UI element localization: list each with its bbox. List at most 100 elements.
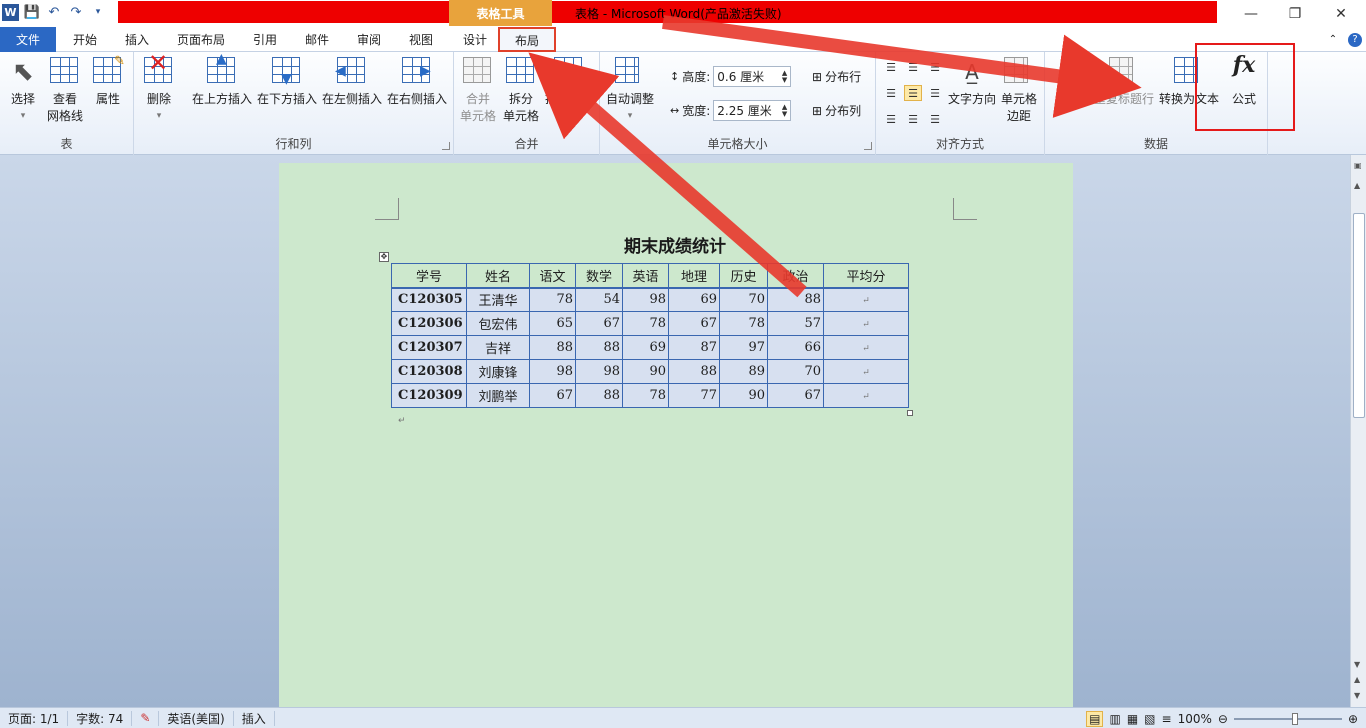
- table-cell[interactable]: 69: [668, 287, 720, 312]
- table-cell[interactable]: 吉祥: [466, 335, 530, 360]
- table-move-handle-icon[interactable]: ✥: [379, 252, 389, 262]
- align-middle-center-icon[interactable]: ☰: [904, 85, 922, 101]
- tab-review[interactable]: 审阅: [348, 27, 390, 52]
- restore-button[interactable]: ❐: [1272, 0, 1318, 27]
- save-icon[interactable]: 💾: [23, 3, 41, 21]
- table-cell[interactable]: 89: [719, 359, 768, 384]
- table-cell[interactable]: 70: [719, 287, 768, 312]
- minimize-ribbon-icon[interactable]: ⌃: [1324, 27, 1342, 52]
- proofing-icon[interactable]: ✎: [132, 710, 160, 726]
- sort-button[interactable]: A Z↓ 排序: [1057, 57, 1087, 108]
- distribute-cols-button[interactable]: ⊞ 分布列: [812, 102, 861, 119]
- col-width-input[interactable]: 2.25 厘米 ▲ ▼: [713, 100, 792, 121]
- table-cell[interactable]: 88: [767, 287, 824, 312]
- print-layout-view-icon[interactable]: ▤: [1086, 711, 1104, 727]
- table-cell[interactable]: 78: [622, 383, 669, 408]
- document-title[interactable]: 期末成绩统计: [570, 232, 780, 257]
- table-cell[interactable]: 88: [575, 335, 623, 360]
- scroll-down-icon[interactable]: ▼: [1354, 660, 1360, 669]
- autofit-button[interactable]: 自动调整 ▾: [606, 57, 654, 125]
- help-icon[interactable]: ?: [1346, 27, 1364, 52]
- table-cell[interactable]: 77: [668, 383, 720, 408]
- merge-cells-button[interactable]: 合并 单元格: [460, 57, 496, 125]
- distribute-rows-button[interactable]: ⊞ 分布行: [812, 68, 861, 85]
- table-cell[interactable]: C120308: [391, 359, 467, 384]
- table-cell[interactable]: 87: [668, 335, 720, 360]
- table-cell[interactable]: 90: [719, 383, 768, 408]
- undo-icon[interactable]: ↶: [45, 3, 63, 21]
- table-cell[interactable]: 67: [575, 311, 623, 336]
- table-cell[interactable]: 70: [767, 359, 824, 384]
- split-table-button[interactable]: 拆分表格: [545, 57, 593, 108]
- table-cell[interactable]: ↵: [823, 311, 909, 336]
- close-button[interactable]: ✕: [1318, 0, 1364, 27]
- outline-view-icon[interactable]: ▧: [1144, 712, 1155, 726]
- zoom-slider[interactable]: [1233, 713, 1342, 725]
- delete-button[interactable]: ✕ 删除 ▾: [144, 51, 174, 125]
- table-cell[interactable]: 王清华: [466, 287, 530, 312]
- vertical-scrollbar[interactable]: ▣ ▲ ▼ ▲ ▼: [1350, 155, 1366, 707]
- table-cell[interactable]: 98: [529, 359, 576, 384]
- tab-design[interactable]: 设计: [454, 27, 496, 52]
- properties-button[interactable]: ✎ 属性: [93, 54, 125, 108]
- table-header-cell[interactable]: 语文: [529, 263, 576, 288]
- table-cell[interactable]: 67: [767, 383, 824, 408]
- table-cell[interactable]: C120306: [391, 311, 467, 336]
- table-header-cell[interactable]: 学号: [391, 263, 467, 288]
- table-header-cell[interactable]: 历史: [719, 263, 768, 288]
- table-cell[interactable]: 67: [529, 383, 576, 408]
- customize-qat-icon[interactable]: ▾: [89, 3, 107, 21]
- view-gridlines-button[interactable]: 查看 网格线: [47, 57, 83, 125]
- row-height-input[interactable]: 0.6 厘米 ▲ ▼: [713, 66, 792, 87]
- grades-table[interactable]: 学号 姓名 语文 数学 英语 地理 历史 政治 平均分 C120305 王清华 …: [391, 263, 909, 408]
- zoom-level[interactable]: 100%: [1178, 712, 1212, 726]
- dialog-launcher-icon[interactable]: [442, 142, 450, 150]
- word-logo-icon[interactable]: W: [2, 3, 19, 21]
- tab-page-layout[interactable]: 页面布局: [170, 27, 232, 52]
- table-cell[interactable]: 78: [529, 287, 576, 312]
- table-cell[interactable]: ↵: [823, 359, 909, 384]
- table-cell[interactable]: ↵: [823, 287, 909, 312]
- table-cell[interactable]: 88: [668, 359, 720, 384]
- draft-view-icon[interactable]: ≡: [1162, 712, 1172, 726]
- align-bottom-right-icon[interactable]: ☰: [926, 111, 944, 127]
- tab-layout[interactable]: 布局: [498, 27, 556, 52]
- table-header-cell[interactable]: 地理: [668, 263, 720, 288]
- table-cell[interactable]: 包宏伟: [466, 311, 530, 336]
- scroll-up-icon[interactable]: ▲: [1354, 181, 1360, 190]
- table-cell[interactable]: 88: [575, 383, 623, 408]
- table-cell[interactable]: C120305: [391, 287, 467, 312]
- table-cell[interactable]: 57: [767, 311, 824, 336]
- align-top-left-icon[interactable]: ☰: [882, 59, 900, 75]
- table-resize-handle[interactable]: [907, 410, 913, 416]
- table-cell[interactable]: C120307: [391, 335, 467, 360]
- table-cell[interactable]: 97: [719, 335, 768, 360]
- cell-margins-button[interactable]: 单元格 边距: [1001, 57, 1037, 125]
- ruler-toggle-icon[interactable]: ▣: [1354, 161, 1362, 170]
- table-header-cell[interactable]: 姓名: [466, 263, 530, 288]
- table-cell[interactable]: 67: [668, 311, 720, 336]
- table-cell[interactable]: 刘康锋: [466, 359, 530, 384]
- table-cell[interactable]: C120309: [391, 383, 467, 408]
- align-top-right-icon[interactable]: ☰: [926, 59, 944, 75]
- table-cell[interactable]: 刘鹏举: [466, 383, 530, 408]
- align-middle-left-icon[interactable]: ☰: [882, 85, 900, 101]
- insert-above-button[interactable]: ▲ 在上方插入: [192, 51, 252, 108]
- spinner-icon[interactable]: ▲ ▼: [782, 69, 790, 84]
- select-button[interactable]: ⬉ 选择 ▾: [8, 57, 38, 125]
- minimize-button[interactable]: —: [1228, 0, 1274, 27]
- table-cell[interactable]: 88: [529, 335, 576, 360]
- insert-left-button[interactable]: ◀ 在左侧插入: [322, 57, 382, 108]
- insert-mode[interactable]: 插入: [234, 710, 275, 726]
- table-cell[interactable]: ↵: [823, 335, 909, 360]
- table-cell[interactable]: 98: [622, 287, 669, 312]
- dialog-launcher-icon[interactable]: [864, 142, 872, 150]
- align-bottom-left-icon[interactable]: ☰: [882, 111, 900, 127]
- zoom-out-icon[interactable]: ⊖: [1218, 712, 1228, 726]
- next-page-icon[interactable]: ▼: [1354, 691, 1360, 700]
- align-middle-right-icon[interactable]: ☰: [926, 85, 944, 101]
- table-header-cell[interactable]: 英语: [622, 263, 669, 288]
- table-cell[interactable]: 98: [575, 359, 623, 384]
- split-cells-button[interactable]: 拆分 单元格: [503, 57, 539, 125]
- table-cell[interactable]: 78: [622, 311, 669, 336]
